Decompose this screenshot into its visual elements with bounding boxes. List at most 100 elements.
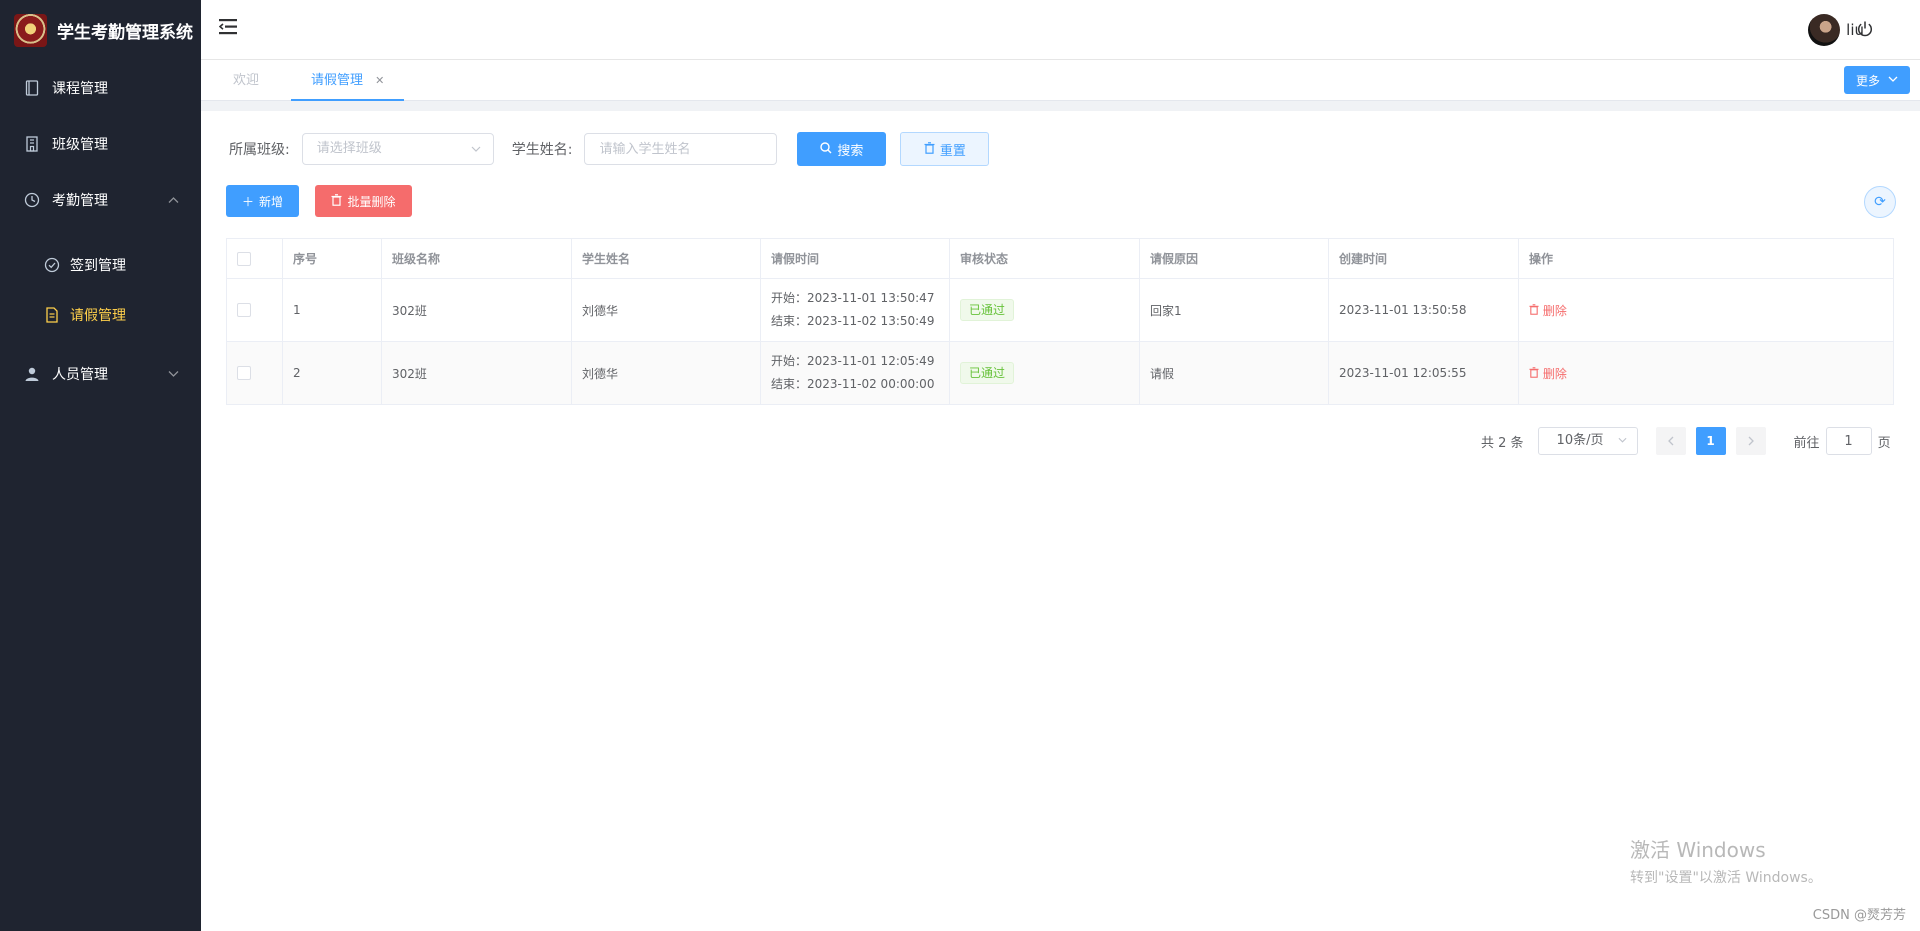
pagination-total: 共 2 条: [1481, 435, 1524, 451]
row-select-cell: [226, 341, 283, 405]
class-select[interactable]: 请选择班级: [301, 133, 494, 165]
document-icon: [44, 307, 60, 323]
batch-delete-button[interactable]: 批量删除: [315, 185, 412, 217]
column-header: 请假原因: [1139, 238, 1329, 279]
sidebar-item-label: 请假管理: [70, 308, 126, 324]
menu-collapse-icon[interactable]: [218, 18, 239, 38]
main-content: 所属班级: 请选择班级 学生姓名: 搜索 重置 ＋ 新增: [201, 111, 1910, 931]
column-header: 创建时间: [1328, 238, 1519, 279]
cell-operation: 删除: [1518, 278, 1894, 342]
cell-student: 刘德华: [571, 341, 761, 405]
leave-start: 开始：2023-11-01 13:50:47: [771, 291, 935, 305]
app-title: 学生考勤管理系统: [57, 22, 193, 43]
column-header: 序号: [282, 238, 382, 279]
sidebar-item-leave[interactable]: 请假管理: [0, 290, 201, 340]
sidebar-item-label: 签到管理: [70, 258, 126, 274]
select-all-cell: [226, 238, 283, 279]
cell-class: 302班: [381, 278, 572, 342]
search-icon: [820, 141, 832, 157]
tab-label: 请假管理: [311, 73, 364, 88]
delete-label: 删除: [1542, 303, 1567, 318]
row-checkbox[interactable]: [237, 366, 251, 381]
sidebar-item-personnel[interactable]: 人员管理: [0, 346, 201, 402]
sidebar-item-course[interactable]: 课程管理: [0, 60, 201, 116]
select-all-checkbox[interactable]: [237, 251, 251, 266]
tab-welcome[interactable]: 欢迎: [233, 61, 259, 101]
row-checkbox[interactable]: [237, 303, 251, 318]
tab-label: 欢迎: [233, 73, 260, 88]
cell-class: 302班: [381, 341, 572, 405]
chevron-down-icon: [1888, 75, 1898, 85]
more-label: 更多: [1855, 73, 1880, 88]
watermark-line: 激活 Windows: [1630, 838, 1766, 862]
cell-reason: 请假: [1139, 341, 1329, 405]
search-button[interactable]: 搜索: [797, 132, 887, 166]
column-header: 审核状态: [949, 238, 1140, 279]
app-logo-area[interactable]: 学生考勤管理系统: [0, 0, 201, 60]
sidebar-item-class[interactable]: 班级管理: [0, 116, 201, 172]
goto-page-input[interactable]: [1825, 427, 1872, 455]
page-unit-label: 页: [1877, 435, 1891, 451]
leave-table: 序号 班级名称 学生姓名 请假时间 审核状态 请假原因 创建时间 操作 1 30…: [226, 238, 1894, 405]
status-badge: 已通过: [960, 299, 1015, 321]
student-name-label: 学生姓名:: [511, 142, 573, 158]
watermark-line: 转到"设置"以激活 Windows。: [1630, 870, 1822, 886]
row-select-cell: [226, 278, 283, 342]
refresh-icon[interactable]: ⟳: [1864, 186, 1896, 218]
trash-icon: [924, 141, 935, 157]
cell-leave-time: 开始：2023-11-01 12:05:49 结束：2023-11-02 00:…: [760, 341, 950, 405]
reset-button[interactable]: 重置: [900, 132, 990, 166]
search-label: 搜索: [837, 143, 864, 159]
batch-delete-label: 批量删除: [347, 194, 396, 209]
sidebar-item-checkin[interactable]: 签到管理: [0, 240, 201, 290]
column-header: 请假时间: [760, 238, 950, 279]
leave-end: 结束：2023-11-02 13:50:49: [771, 314, 935, 328]
cell-status: 已通过: [949, 278, 1140, 342]
class-select-placeholder: 请选择班级: [316, 141, 382, 156]
next-page-button[interactable]: [1735, 427, 1766, 455]
add-button[interactable]: ＋ 新增: [226, 185, 299, 217]
close-icon[interactable]: ✕: [375, 74, 384, 87]
goto-label: 前往: [1793, 435, 1820, 451]
power-icon[interactable]: [1856, 20, 1874, 38]
status-badge: 已通过: [960, 362, 1015, 384]
delete-link[interactable]: 删除: [1529, 304, 1567, 318]
trash-icon: [331, 193, 342, 209]
student-name-input[interactable]: [584, 133, 778, 165]
more-button[interactable]: 更多: [1843, 66, 1910, 94]
page-number-current[interactable]: 1: [1695, 427, 1726, 455]
trash-icon: [1529, 366, 1539, 378]
tabs-bar: 欢迎 请假管理 ✕ 更多: [201, 61, 1920, 101]
leave-end: 结束：2023-11-02 00:00:00: [771, 377, 935, 391]
cell-status: 已通过: [949, 341, 1140, 405]
check-circle-icon: [44, 257, 60, 273]
cell-operation: 删除: [1518, 341, 1894, 405]
page-size-select[interactable]: 10条/页: [1537, 427, 1638, 455]
column-header: 学生姓名: [571, 238, 761, 279]
avatar[interactable]: [1808, 14, 1841, 46]
attendance-submenu: 签到管理 请假管理: [0, 228, 201, 346]
cell-index: 2: [282, 341, 382, 405]
logo-image: [14, 13, 47, 47]
tab-leave-management[interactable]: 请假管理 ✕: [291, 61, 405, 101]
chevron-down-icon: [471, 134, 481, 164]
table-row: 2 302班 刘德华 开始：2023-11-01 12:05:49 结束：202…: [226, 341, 1894, 405]
cell-leave-time: 开始：2023-11-01 13:50:47 结束：2023-11-02 13:…: [760, 278, 950, 342]
building-icon: [24, 136, 40, 152]
sidebar-item-label: 班级管理: [52, 137, 108, 153]
table-header-row: 序号 班级名称 学生姓名 请假时间 审核状态 请假原因 创建时间 操作: [226, 238, 1894, 279]
prev-page-button[interactable]: [1655, 427, 1686, 455]
notebook-icon: [24, 80, 40, 96]
cell-reason: 回家1: [1139, 278, 1329, 342]
chevron-down-icon: [168, 368, 179, 381]
table-row: 1 302班 刘德华 开始：2023-11-01 13:50:47 结束：202…: [226, 278, 1894, 342]
sidebar-item-attendance[interactable]: 考勤管理: [0, 172, 201, 228]
page-size-value: 10条/页: [1556, 433, 1604, 448]
delete-label: 删除: [1542, 366, 1567, 381]
clock-icon: [24, 192, 40, 208]
delete-link[interactable]: 删除: [1529, 367, 1567, 381]
add-label: 新增: [259, 194, 284, 209]
sidebar-item-label: 课程管理: [52, 81, 108, 97]
windows-activation-watermark: 激活 Windows 转到"设置"以激活 Windows。: [1630, 834, 1822, 887]
action-bar: ＋ 新增 批量删除: [226, 185, 412, 217]
